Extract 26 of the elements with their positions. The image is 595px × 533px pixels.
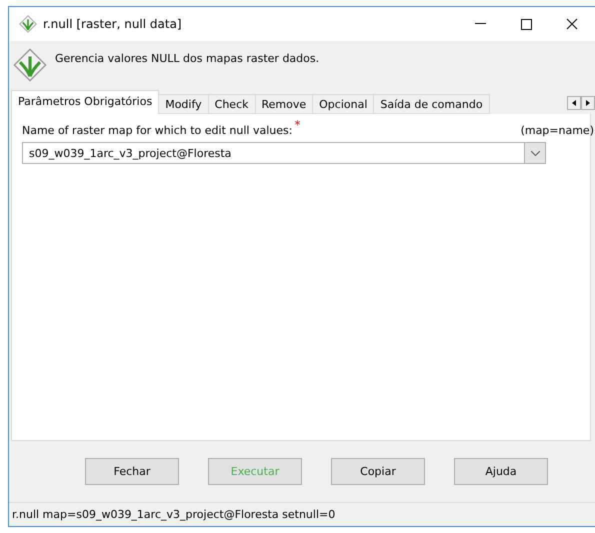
- parameter-key: (map=name): [520, 124, 594, 137]
- maximize-icon: [520, 18, 532, 30]
- tab[interactable]: Modify: [158, 94, 209, 114]
- command-text: r.null map=s09_w039_1arc_v3_project@Floresta setnull=0: [12, 508, 336, 521]
- dialog-button[interactable]: Fechar: [85, 458, 179, 485]
- scroll-right-button[interactable]: [581, 96, 595, 110]
- chevron-down-icon: [530, 150, 540, 156]
- tab[interactable]: Saída de comando: [373, 94, 490, 114]
- left-arrow-icon: [572, 100, 576, 106]
- tab[interactable]: Check: [208, 94, 256, 114]
- window-title: r.null [raster, null data]: [43, 17, 183, 31]
- tab[interactable]: Parâmetros Obrigatórios: [11, 90, 160, 114]
- app-icon: [19, 15, 37, 33]
- required-mark: *: [294, 118, 300, 132]
- dialog-button[interactable]: Copiar: [331, 458, 425, 485]
- tab[interactable]: Opcional: [312, 94, 374, 114]
- right-arrow-icon: [586, 100, 590, 106]
- module-description: Gerencia valores NULL dos mapas raster dados.: [55, 52, 320, 64]
- dialog-button[interactable]: Ajuda: [454, 458, 548, 485]
- field-label: Name of raster map for which to edit null values:: [22, 124, 292, 137]
- minimize-icon: [474, 23, 486, 25]
- scroll-left-button[interactable]: [567, 96, 581, 110]
- close-icon: [566, 18, 578, 30]
- map-select[interactable]: s09_w039_1arc_v3_project@Floresta: [22, 142, 546, 164]
- tab[interactable]: Remove: [254, 94, 314, 114]
- module-icon: [13, 48, 47, 82]
